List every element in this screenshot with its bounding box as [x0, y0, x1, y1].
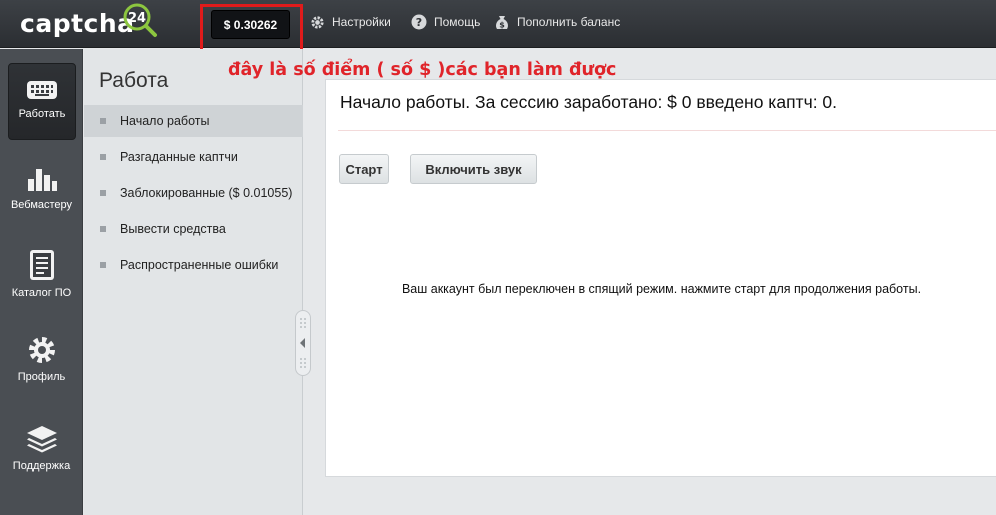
- help-icon: ?: [411, 14, 427, 30]
- svg-text:?: ?: [416, 16, 422, 29]
- gear-icon: [309, 14, 325, 30]
- rail-item-support[interactable]: Поддержка: [0, 424, 83, 472]
- rail-item-webmaster[interactable]: Вебмастеру: [0, 161, 83, 211]
- document-icon: [29, 250, 54, 280]
- svg-text:$: $: [499, 20, 505, 29]
- nav-settings-label: Настройки: [332, 15, 391, 29]
- sidebar-item-common-errors[interactable]: Распространенные ошибки: [84, 249, 303, 281]
- sidebar-item-label: Вывести средства: [120, 222, 226, 236]
- keyboard-icon: [27, 81, 57, 99]
- sidebar-item-label: Заблокированные ($ 0.01055): [120, 186, 293, 200]
- nav-help-label: Помощь: [434, 15, 481, 29]
- page-title: Начало работы. За сессию заработано: $ 0…: [340, 92, 838, 112]
- rail-item-support-label: Поддержка: [12, 460, 71, 472]
- sidebar-item-label: Распространенные ошибки: [120, 258, 279, 272]
- layers-icon: [26, 426, 57, 453]
- divider: [338, 130, 996, 131]
- bullet-icon: [100, 154, 106, 160]
- balance-highlight-frame: [200, 4, 303, 52]
- rail-item-profile[interactable]: Профиль: [0, 335, 83, 383]
- money-bag-icon: $: [494, 14, 510, 30]
- rail-item-work[interactable]: Работать: [8, 63, 76, 140]
- gear-icon: [28, 337, 55, 363]
- annotation-text: đây là số điểm ( số $ )các bạn làm được: [228, 60, 617, 80]
- logo-text: captcha: [20, 9, 135, 38]
- rail-item-work-label: Работать: [18, 108, 66, 120]
- section-sidebar: Работа Начало работы Разгаданные каптчи …: [84, 49, 303, 515]
- nav-topup[interactable]: $ Пополнить баланс: [494, 14, 620, 30]
- logo-badge-text: 24: [128, 11, 146, 26]
- sidebar-item-label: Разгаданные каптчи: [120, 150, 238, 164]
- nav-topup-label: Пополнить баланс: [517, 15, 621, 29]
- sidebar-item-solved-captchas[interactable]: Разгаданные каптчи: [84, 141, 303, 173]
- rail-item-catalog[interactable]: Каталог ПО: [0, 249, 83, 299]
- bullet-icon: [100, 262, 106, 268]
- icon-rail: Работать Вебмастеру Каталог ПО Профиль П…: [0, 49, 83, 515]
- magnifier-icon: 24: [123, 3, 157, 37]
- top-bar: captcha 24 $ 0.30262 Настройки ? Помощь …: [0, 0, 996, 48]
- rail-item-catalog-label: Каталог ПО: [11, 287, 72, 299]
- chevron-left-icon: [300, 318, 306, 368]
- bullet-icon: [100, 118, 106, 124]
- sidebar-item-label: Начало работы: [120, 114, 210, 128]
- sidebar-item-withdraw[interactable]: Вывести средства: [84, 213, 303, 245]
- rail-item-profile-label: Профиль: [17, 371, 66, 383]
- sidebar-item-start-work[interactable]: Начало работы: [84, 105, 303, 137]
- sidebar-collapse-handle[interactable]: [295, 310, 311, 376]
- nav-help[interactable]: ? Помощь: [411, 14, 480, 30]
- sleep-mode-message: Ваш аккаунт был переключен в спящий режи…: [401, 282, 922, 296]
- rail-item-webmaster-label: Вебмастеру: [10, 199, 73, 211]
- start-button[interactable]: Старт: [339, 154, 389, 184]
- sidebar-title: Работа: [99, 69, 169, 92]
- nav-settings[interactable]: Настройки: [309, 14, 391, 30]
- bullet-icon: [100, 190, 106, 196]
- main-panel: Начало работы. За сессию заработано: $ 0…: [325, 79, 996, 477]
- bar-chart-icon: [27, 169, 57, 191]
- logo[interactable]: captcha 24: [20, 3, 157, 40]
- sidebar-item-blocked[interactable]: Заблокированные ($ 0.01055): [84, 177, 303, 209]
- bullet-icon: [100, 226, 106, 232]
- enable-sound-button[interactable]: Включить звук: [410, 154, 537, 184]
